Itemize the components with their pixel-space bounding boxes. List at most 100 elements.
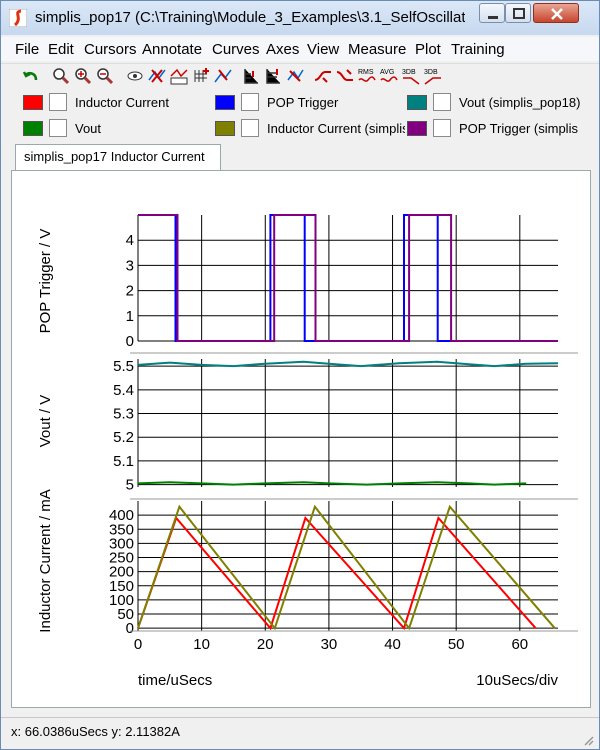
close-button[interactable] bbox=[533, 3, 579, 23]
menu-curves[interactable]: Curves bbox=[212, 41, 260, 58]
y-axis-label-pop-trigger: POP Trigger / V bbox=[37, 229, 54, 334]
zoom-out-button[interactable] bbox=[95, 66, 115, 86]
y-tick-label: 4 bbox=[126, 232, 134, 249]
3db-low-icon: 3DB bbox=[424, 69, 441, 85]
menu-file[interactable]: File bbox=[15, 41, 39, 58]
plot-panel[interactable]: POP Trigger / V Vout / V Inductor Curren… bbox=[11, 170, 591, 708]
label-curve-button[interactable] bbox=[169, 66, 189, 86]
resize-grip-icon[interactable] bbox=[581, 733, 595, 747]
x-axis-label: time/uSecs bbox=[138, 672, 212, 689]
legend-item-pop-trigger[interactable]: POP Trigger bbox=[215, 93, 405, 113]
legend-checkbox[interactable] bbox=[241, 93, 259, 111]
cursor-readout: x: 66.0386uSecs y: 2.11382A bbox=[11, 724, 180, 739]
menu-view[interactable]: View bbox=[307, 41, 339, 58]
x-tick-label: 10 bbox=[193, 636, 210, 653]
waveform-plot[interactable]: POP Trigger / V Vout / V Inductor Curren… bbox=[12, 171, 590, 707]
menu-cursors[interactable]: Cursors bbox=[84, 41, 137, 58]
new-grid-button[interactable] bbox=[191, 66, 211, 86]
avg-button[interactable]: AVG bbox=[379, 66, 399, 86]
app-window: simplis_pop17 (C:\Training\Module_3_Exam… bbox=[0, 0, 600, 750]
view-button[interactable] bbox=[125, 66, 145, 86]
series-line bbox=[138, 214, 558, 342]
3db-high-icon: 3DB bbox=[402, 69, 420, 85]
series-line bbox=[138, 214, 558, 342]
legend-panel: Inductor Current POP Trigger Vout (simpl… bbox=[11, 89, 599, 137]
x-tick-label: 30 bbox=[321, 636, 338, 653]
stack-grids-button[interactable] bbox=[263, 66, 283, 86]
legend-checkbox[interactable] bbox=[241, 119, 259, 137]
series-line bbox=[137, 504, 556, 631]
legend-checkbox[interactable] bbox=[433, 119, 451, 137]
y-tick-label: 5.2 bbox=[113, 429, 134, 446]
fall-time-icon bbox=[336, 69, 353, 81]
menu-measure[interactable]: Measure bbox=[348, 41, 406, 58]
legend-item-pop-trigger-simplis[interactable]: POP Trigger (simplis bbox=[407, 119, 589, 139]
x-axis-units: 10uSecs/div bbox=[476, 672, 558, 689]
simplis-app-icon bbox=[9, 9, 27, 27]
menu-training[interactable]: Training bbox=[451, 41, 505, 58]
y-axis-label-inductor-current: Inductor Current / mA bbox=[37, 489, 54, 632]
y-tick-label: 5.4 bbox=[113, 382, 134, 399]
legend-label: Vout (simplis_pop18) bbox=[459, 95, 581, 110]
legend-swatch bbox=[23, 121, 43, 136]
grids-icon bbox=[266, 69, 280, 84]
menu-bar: File Edit Cursors Annotate Curves Axes V… bbox=[1, 37, 599, 61]
window-title: simplis_pop17 (C:\Training\Module_3_Exam… bbox=[35, 9, 465, 26]
y-tick-label: 5 bbox=[126, 477, 134, 494]
move-curve-icon bbox=[214, 69, 232, 83]
3db-low-button[interactable]: 3DB bbox=[423, 66, 443, 86]
legend-item-vout-pop18[interactable]: Vout (simplis_pop18) bbox=[407, 93, 597, 113]
tab-inductor-current[interactable]: simplis_pop17 Inductor Current bbox=[15, 144, 221, 170]
minimize-button[interactable] bbox=[479, 3, 505, 23]
title-bar[interactable]: simplis_pop17 (C:\Training\Module_3_Exam… bbox=[1, 1, 599, 35]
menu-annotate[interactable]: Annotate bbox=[142, 41, 202, 58]
legend-label: POP Trigger bbox=[267, 95, 339, 110]
legend-item-inductor-current[interactable]: Inductor Current bbox=[23, 93, 213, 113]
legend-checkbox[interactable] bbox=[49, 93, 67, 111]
zoom-in-button[interactable] bbox=[73, 66, 93, 86]
delete-axis-button[interactable] bbox=[285, 66, 305, 86]
y-tick-label: 3 bbox=[126, 257, 134, 274]
legend-item-inductor-current-simplis[interactable]: Inductor Current (simplis bbox=[215, 119, 405, 139]
zoom-box-button[interactable] bbox=[51, 66, 71, 86]
move-curve-button[interactable] bbox=[213, 66, 233, 86]
y-readout: y: 2.11382A bbox=[111, 724, 180, 739]
back-arrow-icon bbox=[22, 71, 38, 81]
fall-time-button[interactable] bbox=[335, 66, 355, 86]
legend-item-vout[interactable]: Vout bbox=[23, 119, 213, 139]
rms-button[interactable]: RMS bbox=[357, 66, 377, 86]
series-line bbox=[137, 360, 559, 368]
menu-axes[interactable]: Axes bbox=[266, 41, 299, 58]
legend-checkbox[interactable] bbox=[433, 93, 451, 111]
rise-time-button[interactable] bbox=[313, 66, 333, 86]
menu-edit[interactable]: Edit bbox=[48, 41, 74, 58]
zoom-in-icon bbox=[75, 68, 92, 85]
rms-text: RMS bbox=[358, 69, 374, 76]
grid-add-icon bbox=[194, 68, 209, 82]
eye-icon bbox=[127, 71, 143, 81]
zoom-out-icon bbox=[97, 68, 114, 85]
y-tick-label: 5.1 bbox=[113, 453, 134, 470]
y-tick-label: 5.3 bbox=[113, 406, 134, 423]
delete-axis-icon bbox=[287, 69, 304, 82]
x-tick-label: 60 bbox=[511, 636, 528, 653]
undo-zoom-button[interactable] bbox=[21, 66, 41, 86]
axes-icon bbox=[244, 69, 258, 84]
toolbar: RMS AVG 3DB 3DB bbox=[1, 63, 599, 89]
3db-high-button[interactable]: 3DB bbox=[401, 66, 421, 86]
minimize-icon bbox=[488, 16, 498, 19]
avg-icon: AVG bbox=[380, 69, 398, 82]
3db-high-text: 3DB bbox=[402, 69, 416, 76]
avg-text: AVG bbox=[380, 69, 394, 76]
x-tick-label: 20 bbox=[257, 636, 274, 653]
stack-axes-button[interactable] bbox=[241, 66, 261, 86]
maximize-button[interactable] bbox=[505, 3, 531, 23]
menu-plot[interactable]: Plot bbox=[415, 41, 441, 58]
y-tick-label: 5.5 bbox=[113, 358, 134, 375]
delete-curve-button[interactable] bbox=[147, 66, 167, 86]
legend-checkbox[interactable] bbox=[49, 119, 67, 137]
abc-icon bbox=[170, 68, 188, 85]
x-tick-label: 0 bbox=[134, 636, 142, 653]
tab-label: simplis_pop17 Inductor Current bbox=[24, 149, 205, 164]
3db-low-text: 3DB bbox=[424, 69, 438, 76]
